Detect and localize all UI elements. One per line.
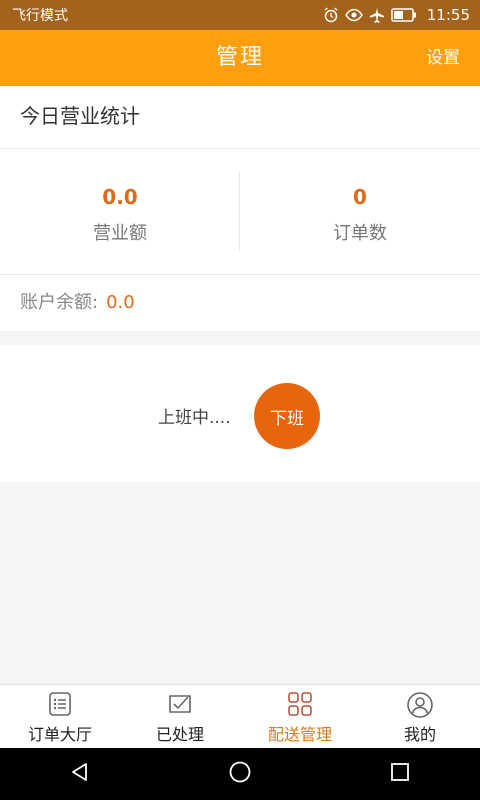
tab-processed-label: 已处理 xyxy=(155,725,204,744)
alarm-icon xyxy=(323,7,339,23)
recents-square-icon xyxy=(389,761,411,787)
off-duty-button[interactable]: 下班 xyxy=(254,383,320,449)
system-nav-bar xyxy=(0,748,480,800)
recents-button[interactable] xyxy=(370,748,430,800)
airplane-icon xyxy=(369,7,385,23)
tab-delivery-management[interactable]: 配送管理 xyxy=(240,685,360,748)
revenue-stat: 0.0 营业额 xyxy=(0,149,240,275)
eye-icon xyxy=(344,8,363,22)
tab-order-hall[interactable]: 订单大厅 xyxy=(0,685,120,748)
page-title: 管理 xyxy=(215,45,264,70)
tab-order-hall-label: 订单大厅 xyxy=(27,725,92,744)
orders-label: 订单数 xyxy=(333,223,387,244)
orders-stat: 0 订单数 xyxy=(240,149,480,275)
battery-icon xyxy=(391,8,417,22)
tab-mine[interactable]: 我的 xyxy=(360,685,480,748)
tab-delivery-management-label: 配送管理 xyxy=(267,725,332,744)
work-status-panel: 上班中.... 下班 xyxy=(0,345,480,482)
status-time: 11:55 xyxy=(426,6,470,24)
home-circle-icon xyxy=(228,760,252,788)
orders-value: 0 xyxy=(353,185,367,209)
settings-button[interactable]: 设置 xyxy=(426,30,460,86)
status-carrier: 飞行模式 xyxy=(12,8,68,24)
back-button[interactable] xyxy=(50,748,110,800)
status-bar: 飞行模式 11:55 xyxy=(0,0,480,30)
today-stats-title: 今日营业统计 xyxy=(0,86,480,149)
back-triangle-icon xyxy=(69,761,91,787)
revenue-value: 0.0 xyxy=(102,185,138,209)
home-button[interactable] xyxy=(210,748,270,800)
tab-processed[interactable]: 已处理 xyxy=(120,685,240,748)
status-icons: 11:55 xyxy=(323,6,470,24)
balance-value: 0.0 xyxy=(106,292,135,313)
bottom-tab-bar: 订单大厅 已处理 配送管理 我的 xyxy=(0,684,480,748)
list-icon xyxy=(47,691,73,721)
checked-envelope-icon xyxy=(167,691,193,721)
work-state-text: 上班中.... xyxy=(158,408,231,428)
balance-label: 账户余额: xyxy=(20,292,99,313)
account-balance: 账户余额: 0.0 xyxy=(0,275,480,331)
revenue-label: 营业额 xyxy=(93,223,147,244)
today-stats: 0.0 营业额 0 订单数 xyxy=(0,149,480,275)
user-icon xyxy=(406,691,434,723)
tab-mine-label: 我的 xyxy=(403,725,436,744)
app-header: 管理 设置 xyxy=(0,30,480,86)
grid-icon xyxy=(287,691,313,721)
